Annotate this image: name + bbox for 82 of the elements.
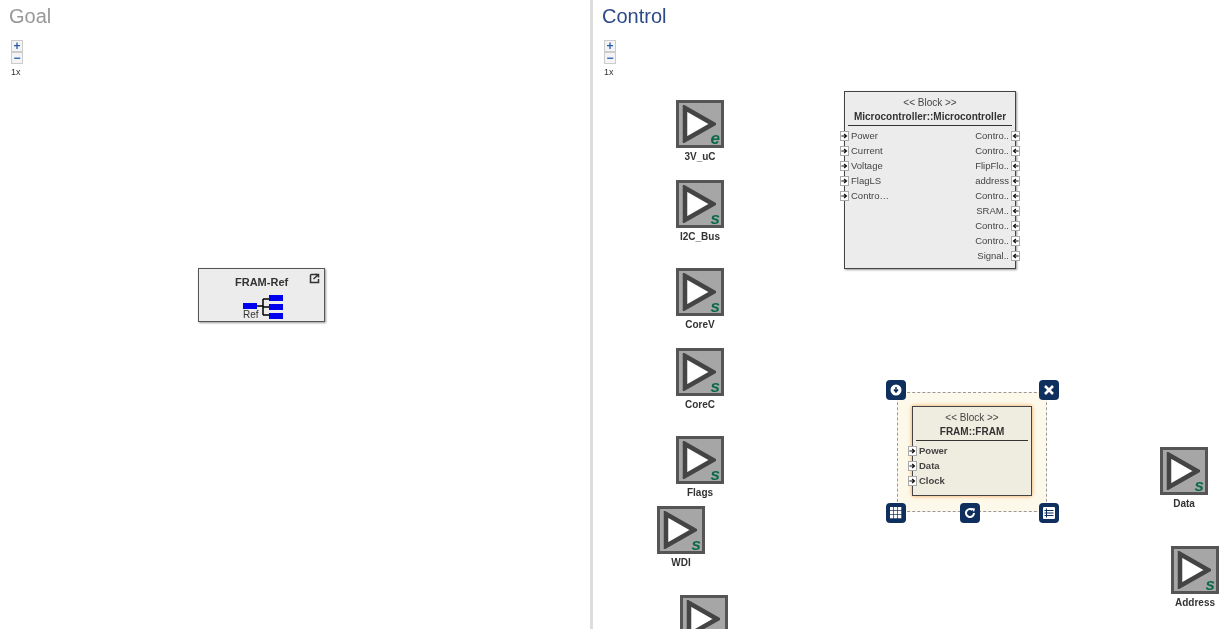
port-label: Contro.. [975,235,1009,246]
right-arrow-icon [908,445,917,456]
port-label: Signal.. [977,250,1009,261]
download-handle-icon[interactable] [886,380,906,400]
panel-title: Goal [9,4,52,28]
block-stereotype: << Block >> [903,97,957,108]
node-type-letter: s [710,466,720,484]
zoom-level: 1x [11,67,21,77]
signal-node[interactable]: s [1171,546,1219,594]
node-type-letter: s [1205,576,1215,594]
node-label: Data [1173,498,1195,509]
port-label: Data [919,460,940,471]
port-label: SRAM.. [976,205,1009,216]
block-name: Microcontroller::Microcontroller [853,111,1007,122]
right-arrow-icon [840,175,849,186]
node-label: I2C_Bus [680,231,720,242]
signal-node[interactable]: e [676,100,724,148]
signal-node[interactable]: s [676,180,724,228]
node-type-letter: e [710,130,720,148]
reference-block[interactable]: FRAM-Ref Ref [198,268,325,322]
zoom-out-button[interactable]: − [11,52,23,64]
left-arrow-icon [1011,250,1020,261]
port-label: address [975,175,1009,186]
node-label: 3V_uC [684,151,716,162]
block-stereotype: << Block >> [945,412,999,423]
left-arrow-icon [1011,205,1020,216]
signal-node[interactable]: s [676,268,724,316]
panel-title: Control [602,4,667,28]
reference-name: FRAM-Ref [235,276,289,288]
triangle-icon [686,600,720,629]
port-label: Ref [243,310,259,320]
node-type-letter: s [1194,477,1204,495]
left-arrow-icon [1011,235,1020,246]
port-label: Power [851,130,878,141]
close-icon[interactable] [1039,380,1059,400]
block-name: FRAM::FRAM [939,426,1005,437]
node-label: Address [1175,597,1215,608]
node-type-letter: s [710,298,720,316]
left-arrow-icon [1011,220,1020,231]
node-label: CoreV [685,319,715,330]
port-label: Voltage [851,160,883,171]
zoom-out-button[interactable]: − [604,52,616,64]
signal-node[interactable]: s [657,506,705,554]
port-label: Contro.. [975,145,1009,156]
port-label: Contro… [851,190,889,201]
right-arrow-icon [908,460,917,471]
node-label: CoreC [685,399,715,410]
port-label: Clock [919,475,945,486]
node-label: WDI [671,557,691,568]
right-arrow-icon [840,130,849,141]
grid-handle-icon[interactable] [886,503,906,523]
node-type-letter: s [691,536,701,554]
right-arrow-icon [840,190,849,201]
left-arrow-icon [1011,175,1020,186]
right-arrow-icon [840,160,849,171]
left-arrow-icon [1011,190,1020,201]
zoom-level: 1x [604,67,614,77]
rotate-handle-icon[interactable] [960,503,980,523]
left-arrow-icon [1011,160,1020,171]
port-label: Contro.. [975,220,1009,231]
node-label: Flags [686,487,714,498]
port-label: FlagLS [851,175,882,186]
left-arrow-icon [1011,130,1020,141]
signal-node[interactable]: s [676,348,724,396]
port-label: Contro.. [975,130,1009,141]
list-handle-icon[interactable] [1039,503,1059,523]
port-label: Current [851,145,883,156]
left-arrow-icon [1011,145,1020,156]
right-arrow-icon [908,475,917,486]
signal-node[interactable] [680,595,728,629]
node-type-letter: s [710,378,720,396]
right-arrow-icon [840,145,849,156]
zoom-in-button[interactable]: + [11,40,23,52]
port-label: Power [919,445,948,456]
hierarchy-icon [243,294,283,320]
zoom-in-button[interactable]: + [604,40,616,52]
port-label: FlipFlo.. [975,160,1009,171]
port-label: Contro.. [975,190,1009,201]
export-icon[interactable] [309,273,320,284]
node-type-letter: s [710,210,720,228]
signal-node[interactable]: s [676,436,724,484]
signal-node[interactable]: s [1160,447,1208,495]
